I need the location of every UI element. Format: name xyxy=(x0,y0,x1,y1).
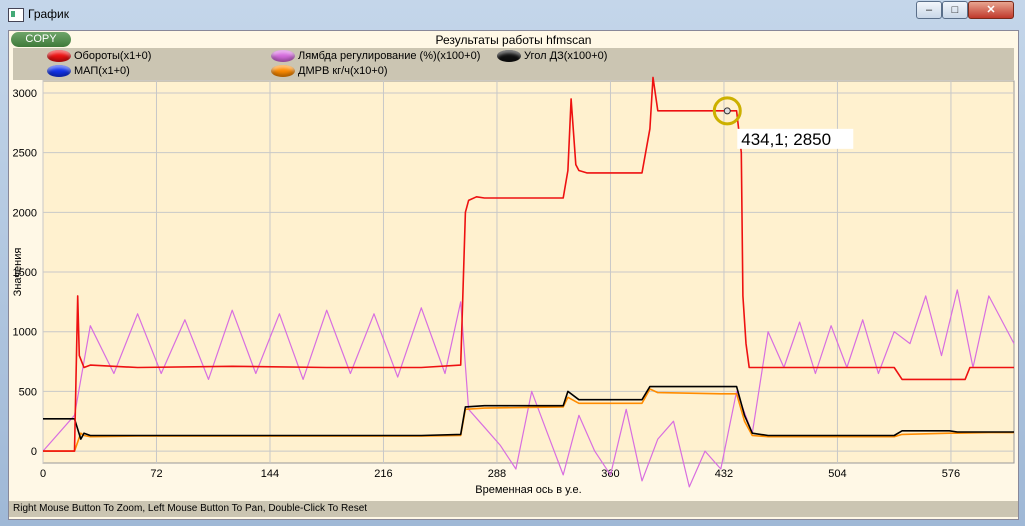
y-axis-label: Значения xyxy=(12,248,24,297)
cursor-point xyxy=(723,107,731,115)
y-tick-label: 2500 xyxy=(13,148,37,160)
maximize-icon: □ xyxy=(951,4,959,16)
status-bar: Right Mouse Button To Zoom, Left Mouse B… xyxy=(9,501,1018,517)
title-bar[interactable]: График – □ ✕ xyxy=(0,0,1025,30)
x-tick-label: 216 xyxy=(374,468,392,480)
window-title: График xyxy=(28,7,69,21)
y-tick-label: 500 xyxy=(19,386,37,398)
x-tick-label: 576 xyxy=(942,468,960,480)
x-tick-label: 144 xyxy=(261,468,279,480)
window: График – □ ✕ COPY Результаты работы hfms… xyxy=(0,0,1025,526)
x-tick-label: 504 xyxy=(828,468,846,480)
y-tick-label: 0 xyxy=(31,446,37,458)
x-tick-label: 0 xyxy=(40,468,46,480)
minimize-button[interactable]: – xyxy=(916,1,942,19)
x-tick-label: 432 xyxy=(715,468,733,480)
maximize-button[interactable]: □ xyxy=(942,1,968,19)
y-tick-label: 1000 xyxy=(13,327,37,339)
x-tick-label: 288 xyxy=(488,468,506,480)
chart-panel: COPY Результаты работы hfmscan Обороты(x… xyxy=(8,30,1019,520)
x-axis-label: Временная ось в у.е. xyxy=(475,484,581,496)
close-button[interactable]: ✕ xyxy=(968,1,1014,19)
y-tick-label: 3000 xyxy=(13,88,37,100)
x-tick-label: 72 xyxy=(150,468,162,480)
plot-area[interactable]: 0 72 144 216 288 360 432 504 5760500100015002000… xyxy=(9,31,1018,501)
annotation-label: 434,1; 2850 xyxy=(741,130,831,149)
y-tick-label: 2000 xyxy=(13,207,37,219)
close-icon: ✕ xyxy=(986,4,996,16)
app-icon xyxy=(8,8,24,22)
minimize-icon: – xyxy=(925,4,933,16)
